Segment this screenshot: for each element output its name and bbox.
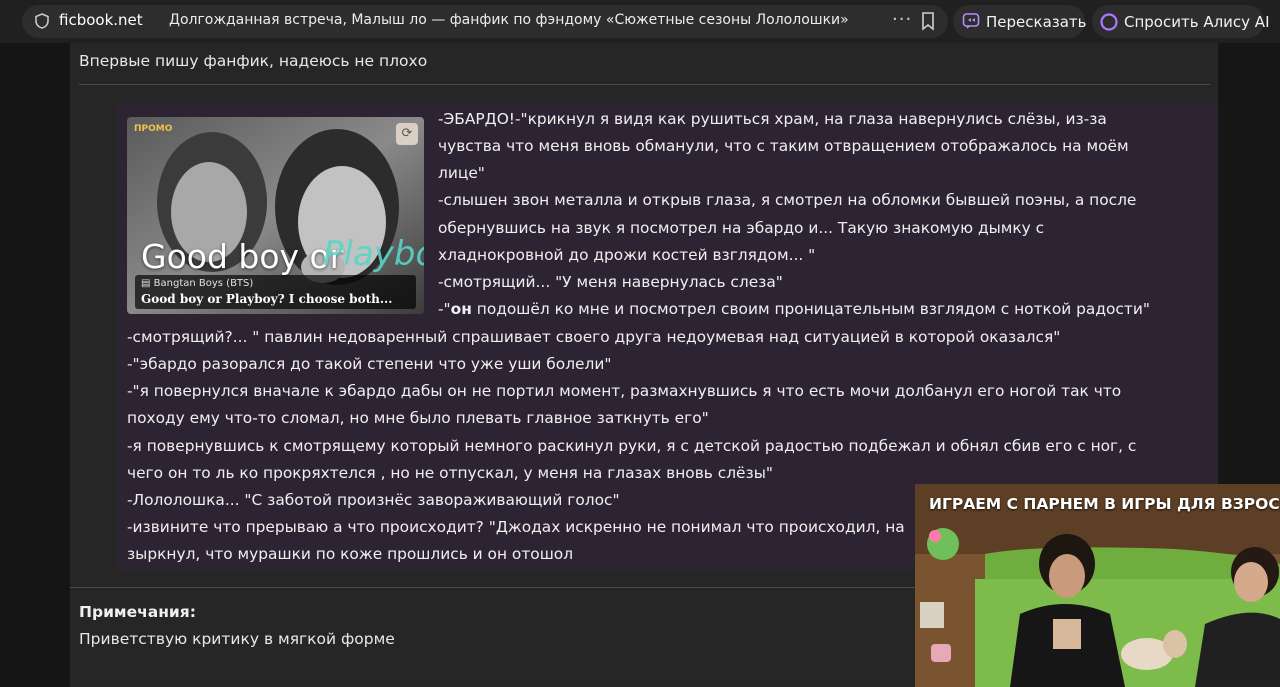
promo-badge: ПРОМО: [134, 124, 173, 134]
story-line: -ЭБАРДО!-"крикнул я видя как рушиться хр…: [438, 110, 1107, 128]
story-line: хладнокровной до дрожи костей взглядом..…: [438, 246, 816, 264]
alice-icon: [1100, 13, 1118, 31]
retell-button[interactable]: Пересказать: [953, 5, 1087, 38]
story-line: зыркнул, что мурашки по коже прошлись и …: [127, 545, 574, 563]
story-line: -я повернувшись к смотрящему который нем…: [127, 437, 1137, 455]
story-line: -слышен звон металла и открыв глаза, я с…: [438, 191, 1137, 209]
story-line: -"эбардо разорался до такой степени что …: [127, 355, 612, 373]
story-line: обернувшись на звук я посмотрел на эбард…: [438, 219, 1045, 237]
retell-label: Пересказать: [986, 13, 1087, 31]
video-title: ИГРАЕМ С ПАРНЕМ В ИГРЫ ДЛЯ ВЗРОСЛ: [929, 495, 1280, 513]
story-line: лице": [438, 164, 485, 182]
promo-caption: ▤ Bangtan Boys (BTS) Good boy or Playboy…: [135, 275, 416, 309]
browser-toolbar: ficbook.net Долгожданная встреча, Малыш …: [0, 0, 1280, 43]
author-intro: Впервые пишу фанфик, надеюсь не плохо: [79, 52, 428, 70]
story-line: чего он то ль ко прокряхтелся , но не от…: [127, 464, 773, 482]
story-line: -смотрящий?... " павлин недоваренный спр…: [127, 328, 1061, 346]
story-line: чувства что меня вновь обманули, что с т…: [438, 137, 1129, 155]
page-title: Долгожданная встреча, Малыш ло — фанфик …: [169, 12, 849, 28]
divider: [79, 84, 1210, 85]
ask-alice-button[interactable]: Спросить Алису AI: [1092, 5, 1270, 38]
video-overlay[interactable]: ИГРАЕМ С ПАРНЕМ В ИГРЫ ДЛЯ ВЗРОСЛ: [915, 484, 1280, 687]
story-line: -"я повернулся вначале к эбардо дабы он …: [127, 382, 1122, 400]
notes-text: Приветствую критику в мягкой форме: [79, 630, 395, 648]
story-line: -смотрящий... "У меня навернулась слеза": [438, 273, 783, 291]
story-line: -извините что прерываю а что происходит?…: [127, 518, 905, 536]
bookmark-icon[interactable]: [920, 11, 936, 31]
story-line: -Лололошка... "С заботой произнёс завора…: [127, 491, 620, 509]
site-info-icon[interactable]: [34, 13, 50, 29]
more-icon[interactable]: ···: [892, 9, 912, 30]
notes-heading: Примечания:: [79, 603, 196, 621]
promo-title: Good boy or Playboy? I choose both...: [141, 292, 393, 306]
alice-label: Спросить Алису AI: [1124, 13, 1270, 31]
retell-icon: [962, 13, 980, 29]
promo-fandom: ▤ Bangtan Boys (BTS): [141, 278, 254, 289]
story-line: походу ему что-то сломал, но мне было пл…: [127, 409, 709, 427]
promo-headline-accent: Playboy?: [323, 234, 424, 274]
promo-headline: Good boy or: [141, 237, 344, 276]
left-margin: [0, 43, 70, 687]
story-line: -"он подошёл ко мне и посмотрел своим пр…: [438, 300, 1150, 318]
video-frame: [915, 484, 1280, 687]
site-domain[interactable]: ficbook.net: [59, 11, 143, 29]
refresh-icon[interactable]: ⟳: [396, 123, 418, 145]
promo-card[interactable]: ПРОМО ⟳ Good boy or Playboy? ▤ Bangtan B…: [127, 117, 424, 314]
